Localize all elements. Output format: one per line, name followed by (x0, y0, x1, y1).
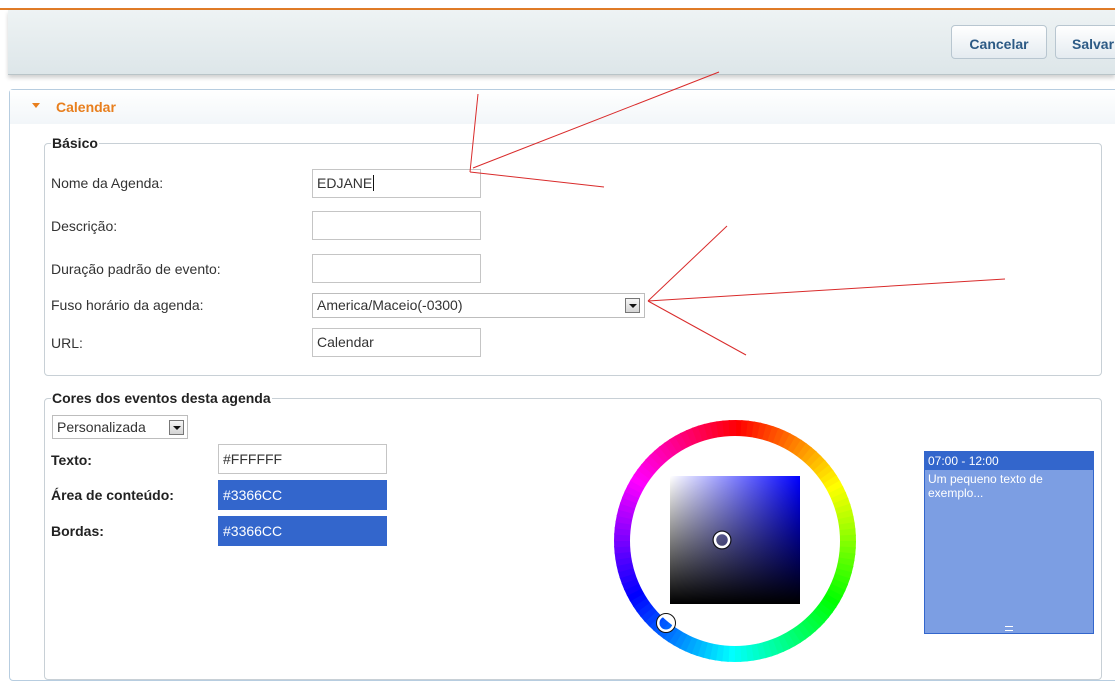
timezone-label: Fuso horário da agenda: (51, 297, 204, 313)
hue-segment (728, 420, 737, 439)
event-preview: 07:00 - 12:00 Um pequeno texto de exempl… (924, 451, 1094, 634)
border-color-label: Bordas: (51, 523, 104, 539)
chevron-down-icon[interactable] (625, 298, 640, 313)
content-color-label: Área de conteúdo: (51, 487, 174, 503)
name-label: Nome da Agenda: (51, 175, 164, 191)
text-color-field[interactable]: #FFFFFF (218, 444, 387, 474)
description-field[interactable] (312, 211, 481, 240)
content-color-field[interactable]: #3366CC (218, 480, 387, 510)
preview-time: 07:00 - 12:00 (925, 452, 1093, 470)
cancel-button[interactable]: Cancelar (951, 25, 1047, 59)
name-value: EDJANE (317, 175, 373, 191)
duration-field[interactable] (312, 254, 481, 283)
collapse-caret-icon[interactable] (32, 103, 40, 108)
timezone-value: America/Maceio(-0300) (317, 297, 463, 313)
basic-section (44, 143, 1102, 376)
panel-header[interactable]: Calendar (10, 90, 1115, 124)
description-label: Descrição: (51, 218, 118, 234)
border-color-field[interactable]: #3366CC (218, 516, 387, 546)
name-field[interactable]: EDJANE (312, 169, 481, 198)
toolbar (8, 10, 1115, 75)
preview-text: Um pequeno texto de exemplo... (928, 472, 1043, 500)
resize-grip-icon[interactable] (1005, 626, 1013, 631)
color-scheme-value: Personalizada (57, 419, 146, 435)
color-wheel-picker[interactable] (610, 416, 860, 666)
color-scheme-select[interactable]: Personalizada (52, 415, 188, 439)
colors-legend: Cores dos eventos desta agenda (51, 390, 272, 406)
panel-title: Calendar (56, 99, 116, 115)
timezone-select[interactable]: America/Maceio(-0300) (312, 293, 645, 318)
save-button[interactable]: Salvar (1055, 25, 1115, 59)
duration-label: Duração padrão de evento: (51, 261, 221, 277)
url-field[interactable]: Calendar (312, 328, 481, 357)
basic-legend: Básico (51, 135, 99, 151)
url-label: URL: (51, 335, 83, 351)
saturation-value-shade (670, 476, 800, 604)
chevron-down-icon[interactable] (169, 420, 184, 435)
text-cursor (373, 175, 375, 191)
text-color-label: Texto: (51, 452, 92, 468)
